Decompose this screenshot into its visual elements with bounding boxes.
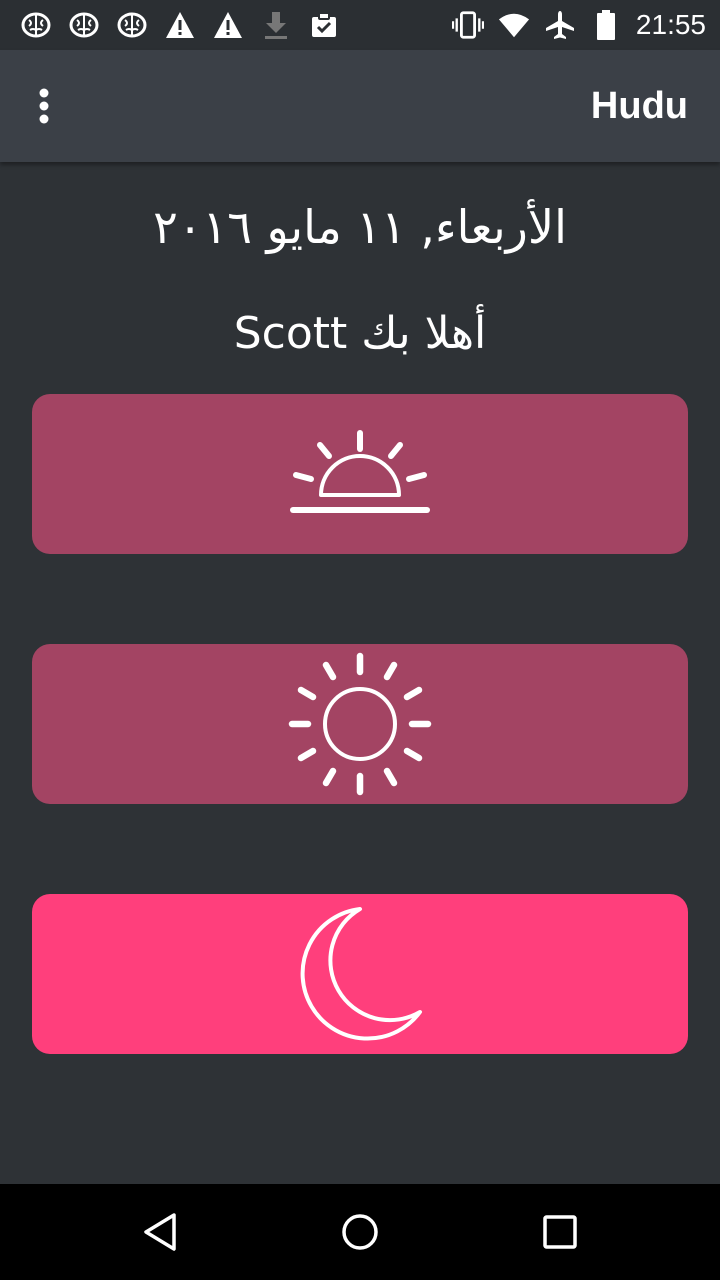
brain-icon bbox=[116, 9, 148, 41]
vibrate-icon bbox=[451, 9, 484, 41]
date-label: الأربعاء, ١١ مايو ٢٠١٦ bbox=[153, 200, 567, 254]
download-icon bbox=[260, 9, 292, 41]
status-bar: 21:55 bbox=[0, 0, 720, 50]
warning-icon bbox=[164, 9, 196, 41]
recents-button[interactable] bbox=[520, 1192, 600, 1272]
brain-icon bbox=[20, 9, 52, 41]
system-icons: 21:55 bbox=[444, 9, 706, 41]
battery-icon bbox=[590, 9, 622, 41]
overflow-menu-icon bbox=[39, 88, 49, 124]
app-bar: Hudu bbox=[0, 50, 720, 162]
back-icon bbox=[144, 1213, 176, 1251]
recents-icon bbox=[543, 1215, 577, 1249]
night-button[interactable] bbox=[32, 894, 688, 1054]
wifi-icon bbox=[498, 9, 530, 41]
home-icon bbox=[342, 1214, 378, 1250]
clock: 21:55 bbox=[635, 9, 706, 40]
noon-button[interactable] bbox=[32, 644, 688, 804]
overflow-menu-button[interactable] bbox=[24, 76, 64, 136]
notification-icons bbox=[20, 9, 356, 41]
home-button[interactable] bbox=[320, 1192, 400, 1272]
warning-icon bbox=[212, 9, 244, 41]
back-button[interactable] bbox=[120, 1192, 200, 1272]
greeting-label: أهلا بك Scott bbox=[233, 308, 487, 359]
navigation-bar bbox=[0, 1184, 720, 1280]
airplane-icon bbox=[544, 9, 576, 41]
sun-icon bbox=[288, 652, 432, 796]
morning-button[interactable] bbox=[32, 394, 688, 554]
clipboard-check-icon bbox=[308, 9, 340, 41]
sunrise-icon bbox=[290, 430, 430, 513]
moon-icon bbox=[300, 907, 422, 1041]
brain-icon bbox=[68, 9, 100, 41]
app-title: Hudu bbox=[590, 84, 688, 127]
